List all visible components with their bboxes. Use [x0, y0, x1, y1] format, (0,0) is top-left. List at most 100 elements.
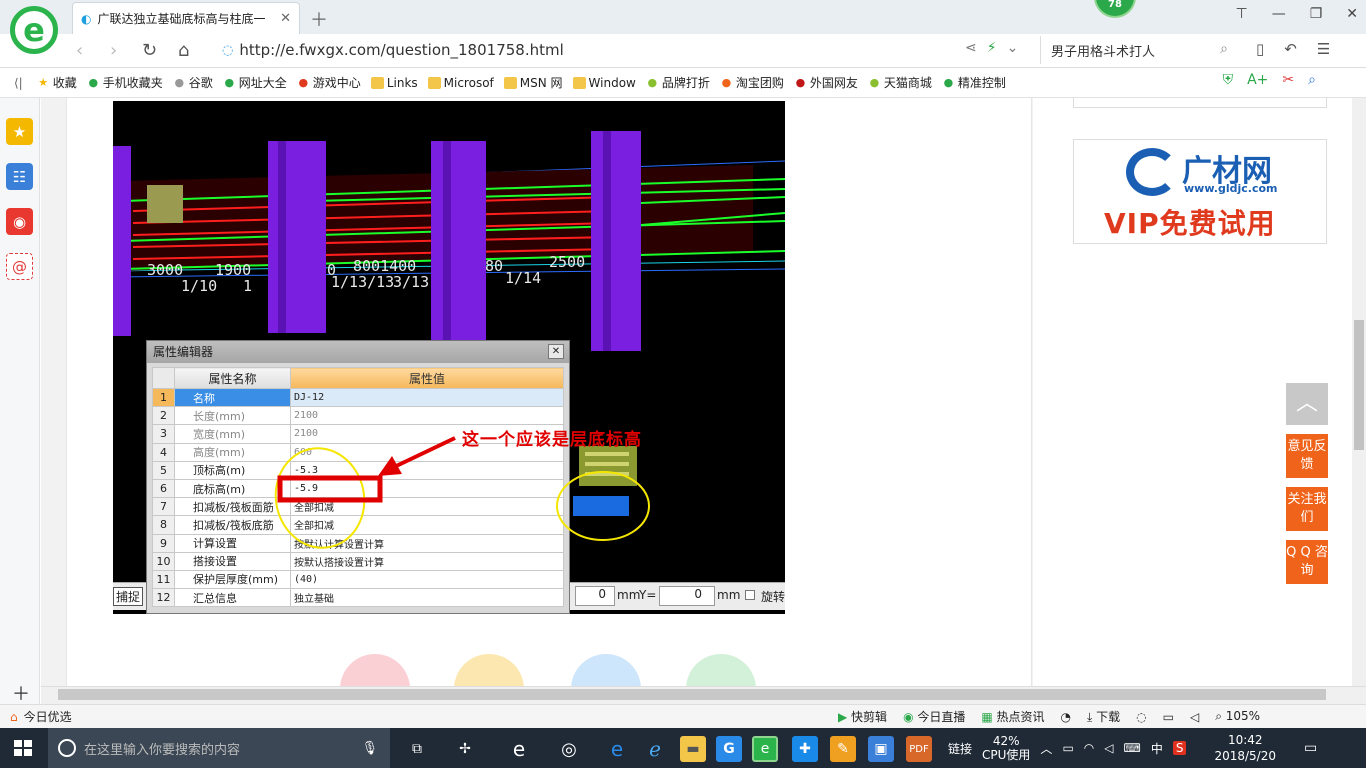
- close-tab-icon[interactable]: ✕: [280, 11, 291, 26]
- minimize-icon[interactable]: —: [1272, 6, 1286, 22]
- undo-icon[interactable]: ↶: [1284, 40, 1297, 58]
- home-icon[interactable]: ⌂: [178, 40, 189, 61]
- status-item-download[interactable]: ⤓ 下载: [1087, 708, 1120, 725]
- status-item-live[interactable]: ◉ 今日直播: [903, 708, 965, 725]
- property-value[interactable]: 独立基础: [290, 588, 564, 608]
- swirl-app-icon[interactable]: ◎: [556, 736, 582, 762]
- sogou-icon[interactable]: S: [1172, 741, 1187, 755]
- rotate-checkbox[interactable]: [745, 590, 755, 600]
- x-input[interactable]: 0: [575, 586, 615, 606]
- follow-button[interactable]: 关注我们: [1286, 487, 1328, 531]
- window-icon[interactable]: ▭: [1163, 710, 1174, 724]
- property-row[interactable]: 7 扣减板/筏板面筋 全部扣减: [152, 497, 564, 517]
- property-row[interactable]: 1 名称 DJ-12: [152, 387, 564, 408]
- pdf-app-icon[interactable]: PDF: [906, 736, 932, 762]
- links-toolbar[interactable]: 链接: [948, 740, 972, 757]
- status-item-clip[interactable]: ▶ 快剪辑: [838, 708, 887, 725]
- back-icon[interactable]: ‹: [76, 40, 83, 61]
- bookmark-item[interactable]: Window: [572, 74, 636, 91]
- shirt-icon[interactable]: ⊤: [1236, 6, 1248, 22]
- site-info-icon[interactable]: ◌: [222, 43, 233, 58]
- url-field[interactable]: ◌ http://e.fwxgx.com/question_1801758.ht…: [222, 38, 1034, 62]
- property-value[interactable]: 全部扣减: [290, 497, 564, 517]
- property-value[interactable]: -5.9: [290, 478, 564, 499]
- share-icon[interactable]: ⋖: [965, 40, 977, 56]
- property-row[interactable]: 10 搭接设置 按默认搭接设置计算: [152, 551, 564, 571]
- qq-consult-button[interactable]: Q Q 咨询: [1286, 540, 1328, 584]
- edge-icon[interactable]: e: [604, 736, 630, 762]
- property-row[interactable]: 5 顶标高(m) -5.3: [152, 460, 564, 480]
- add-sidebar-icon[interactable]: ＋: [12, 680, 30, 706]
- ime-indicator[interactable]: 中: [1151, 740, 1163, 757]
- close-window-icon[interactable]: ✕: [1346, 6, 1358, 22]
- vertical-scroll-thumb[interactable]: [1354, 320, 1364, 450]
- today-picks-link[interactable]: 今日优选: [24, 708, 72, 725]
- bookmark-item[interactable]: ● 淘宝团购: [720, 74, 784, 91]
- bookmark-item[interactable]: ● 外国网友: [794, 74, 858, 91]
- gldjc-ad-banner[interactable]: 广材网 www.gldjc.com VIP免费试用: [1073, 139, 1327, 244]
- property-value[interactable]: DJ-12: [290, 387, 564, 408]
- sound-icon[interactable]: ◁: [1190, 710, 1199, 724]
- forward-icon[interactable]: ›: [110, 40, 117, 61]
- tray-expand-icon[interactable]: ︿: [1040, 740, 1052, 757]
- bookmark-item[interactable]: ● 手机收藏夹: [87, 74, 162, 91]
- property-value[interactable]: 全部扣减: [290, 515, 564, 535]
- property-value[interactable]: 2100: [290, 406, 564, 426]
- ie-icon[interactable]: ℯ: [642, 736, 668, 762]
- task-view-icon[interactable]: ⧉: [404, 736, 430, 762]
- file-explorer-icon[interactable]: ▬: [680, 736, 706, 762]
- property-value[interactable]: (40): [290, 569, 564, 590]
- speed-icon[interactable]: ⚡: [987, 40, 997, 56]
- search-icon[interactable]: ⌕: [1220, 41, 1228, 57]
- bookmark-item[interactable]: Microsof: [427, 74, 494, 91]
- property-row[interactable]: 12 汇总信息 独立基础: [152, 588, 564, 608]
- cpu-meter[interactable]: 42% CPU使用: [982, 734, 1030, 762]
- reading-list-icon[interactable]: ☷: [6, 163, 33, 190]
- network-icon[interactable]: ◠: [1084, 741, 1094, 755]
- magnifier-icon[interactable]: ⌕: [1308, 72, 1316, 88]
- 360-browser-icon[interactable]: e: [752, 736, 778, 762]
- new-tab-icon[interactable]: ＋: [310, 6, 328, 32]
- zoom-level[interactable]: ⌕ 105%: [1215, 709, 1260, 724]
- sidebar-toggle-icon[interactable]: ⟨|: [14, 76, 23, 90]
- browser-tab[interactable]: ◐ 广联达独立基础底标高与柱底一 ✕: [72, 2, 300, 34]
- plus-app-icon[interactable]: ✚: [792, 736, 818, 762]
- keyboard-icon[interactable]: ⌨: [1124, 741, 1141, 755]
- clock[interactable]: 10:42 2018/5/20: [1214, 732, 1276, 764]
- bookmark-item[interactable]: ● 品牌打折: [646, 74, 710, 91]
- notes-app-icon[interactable]: ✎: [830, 736, 856, 762]
- bookmark-item[interactable]: ● 网址大全: [223, 74, 286, 91]
- brush-icon[interactable]: ◌: [1136, 710, 1146, 724]
- speed-dial-icon[interactable]: ◔: [1061, 710, 1071, 724]
- translate-icon[interactable]: A+: [1247, 72, 1268, 88]
- favorites-star-icon[interactable]: ★: [6, 118, 33, 145]
- maximize-icon[interactable]: ❐: [1310, 6, 1323, 22]
- battery-icon[interactable]: ▭: [1062, 741, 1073, 755]
- bookmark-item[interactable]: ● 谷歌: [173, 74, 212, 91]
- property-row[interactable]: 2 长度(mm) 2100: [152, 406, 564, 426]
- property-value[interactable]: 按默认搭接设置计算: [290, 551, 564, 571]
- scissors-icon[interactable]: ✂: [1282, 72, 1294, 88]
- browser-logo-icon[interactable]: e: [10, 6, 58, 54]
- fan-app-icon[interactable]: ✢: [452, 736, 478, 762]
- horizontal-scroll-thumb[interactable]: [58, 689, 1326, 700]
- status-item-news[interactable]: ▦ 热点资讯: [981, 708, 1044, 725]
- taskbar-search-input[interactable]: 在这里输入你要搜索的内容 🎙: [48, 728, 390, 768]
- property-row[interactable]: 9 计算设置 按默认计算设置计算: [152, 533, 564, 553]
- property-row[interactable]: 6 底标高(m) -5.9: [152, 478, 564, 499]
- briefcase-icon[interactable]: ▣: [868, 736, 894, 762]
- back-to-top-icon[interactable]: ︿: [1286, 383, 1328, 425]
- property-row[interactable]: 8 扣减板/筏板底筋 全部扣减: [152, 515, 564, 535]
- mail-icon[interactable]: @: [6, 253, 33, 280]
- phone-icon[interactable]: ▯: [1256, 40, 1264, 58]
- bookmark-item[interactable]: Links: [370, 74, 418, 91]
- edge-browser-icon[interactable]: e: [506, 736, 532, 762]
- dialog-close-icon[interactable]: ✕: [548, 344, 564, 359]
- microphone-icon[interactable]: 🎙: [361, 741, 378, 756]
- notifications-icon[interactable]: ▭: [1304, 740, 1317, 756]
- property-value[interactable]: 按默认计算设置计算: [290, 533, 564, 553]
- refresh-icon[interactable]: ↻: [142, 40, 157, 61]
- bookmark-item[interactable]: ● 精准控制: [942, 74, 1006, 91]
- shield-icon[interactable]: ⛨: [1223, 72, 1234, 88]
- bookmark-item[interactable]: ★ 收藏: [37, 74, 76, 91]
